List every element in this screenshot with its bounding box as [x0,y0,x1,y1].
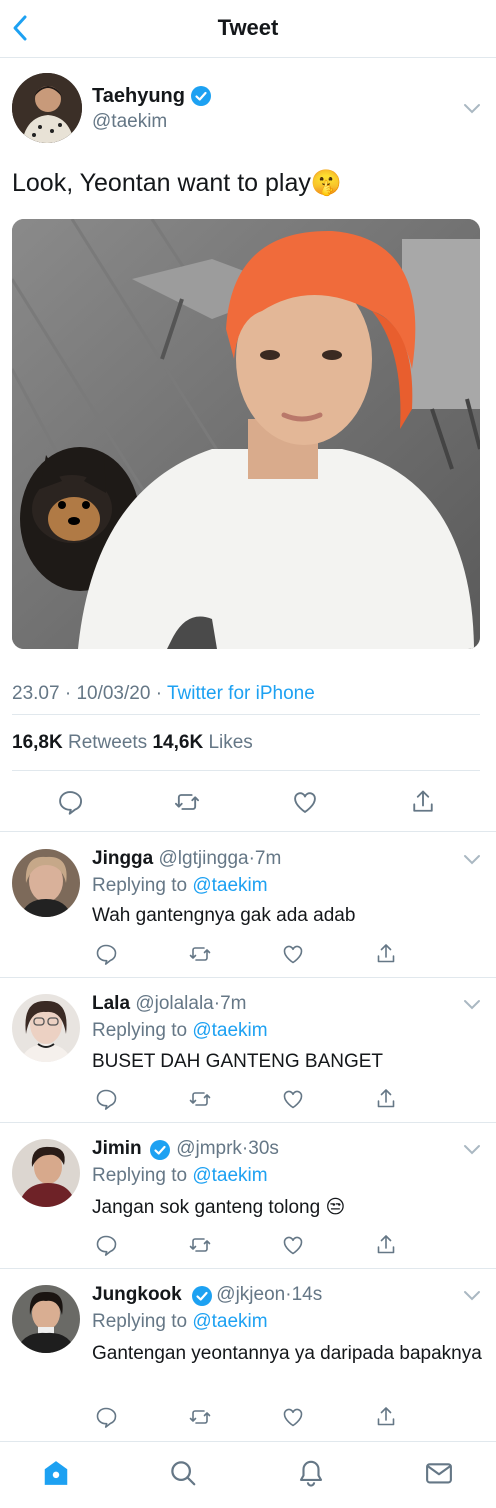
reply-time: 14s [291,1284,323,1305]
reply-text: Wah gantengnya gak ada adab [92,905,356,926]
like-heart-icon[interactable] [281,1087,305,1111]
reply-author-name[interactable]: Lala [92,993,130,1014]
like-heart-icon[interactable] [291,788,319,816]
replying-to-handle[interactable]: @taekim [192,875,267,896]
reply-time: 30s [248,1138,279,1159]
reply-author-name[interactable]: Jimin [92,1138,142,1159]
retweet-icon[interactable] [188,1087,212,1111]
like-heart-icon[interactable] [281,1233,305,1257]
replying-to-prefix: Replying to [92,1020,188,1041]
tweet-options-chevron-icon[interactable] [463,103,481,115]
reply-text-content: Jangan sok ganteng tolong [92,1197,321,1218]
retweet-count[interactable]: 16,8K [12,732,63,753]
reply-icon[interactable] [56,788,84,816]
reply-author-name[interactable]: Jungkook [92,1284,182,1305]
verified-badge-icon [192,1286,212,1306]
unamused-face-emoji: 😒 [325,1197,346,1218]
reply-options-chevron-icon[interactable] [463,1290,481,1302]
share-icon[interactable] [374,1233,398,1257]
replying-to: Replying to @taekim [92,1020,268,1042]
top-bar: Tweet [0,0,496,58]
page-title: Tweet [217,15,279,40]
author-name[interactable]: Taehyung [92,85,185,108]
replying-to-prefix: Replying to [92,1311,188,1332]
replying-to: Replying to @taekim [92,875,268,897]
reply-text: BUSET DAH GANTENG BANGET [92,1051,384,1072]
reply-author-handle[interactable]: @jolalala [135,993,213,1014]
reply-author-name[interactable]: Jingga [92,848,153,869]
reply-header: Jimin @jmprk·30s [92,1138,279,1160]
avatar[interactable] [12,849,80,917]
reply-author-handle[interactable]: @jmprk [176,1138,242,1159]
share-icon[interactable] [409,788,437,816]
reply-tweet[interactable]: Jimin @jmprk·30s Replying to @taekim Jan… [0,1123,496,1268]
share-icon[interactable] [374,942,398,966]
tweet-text: Look, Yeontan want to play🤫 [12,169,342,198]
replying-to-handle[interactable]: @taekim [192,1311,267,1332]
reply-options-chevron-icon[interactable] [463,999,481,1011]
share-icon[interactable] [374,1405,398,1429]
divider [12,714,480,715]
reply-tweet[interactable]: Jingga @lgtjingga·7m Replying to @taekim… [0,832,496,977]
tweet-time: 23.07 [12,683,60,704]
reply-icon[interactable] [94,942,118,966]
meta-separator: · [155,683,163,704]
reply-icon[interactable] [94,1405,118,1429]
like-label[interactable]: Likes [208,732,252,753]
retweet-icon[interactable] [188,1233,212,1257]
like-count[interactable]: 14,6K [152,732,203,753]
avatar[interactable] [12,1285,80,1353]
reply-tweet[interactable]: Jungkook @jkjeon·14s Replying to @taekim… [0,1269,496,1441]
reply-icon[interactable] [94,1087,118,1111]
home-icon[interactable] [41,1458,71,1488]
replying-to: Replying to @taekim [92,1311,268,1333]
reply-icon[interactable] [94,1233,118,1257]
replying-to-handle[interactable]: @taekim [192,1020,267,1041]
avatar[interactable] [12,1139,80,1207]
reply-header: Jingga @lgtjingga·7m [92,848,281,870]
like-heart-icon[interactable] [281,942,305,966]
replying-to-prefix: Replying to [92,875,188,896]
verified-badge-icon [150,1140,170,1160]
reply-options-chevron-icon[interactable] [463,854,481,866]
reply-text: Jangan sok ganteng tolong 😒 [92,1194,482,1222]
share-icon[interactable] [374,1087,398,1111]
replying-to: Replying to @taekim [92,1165,268,1187]
tweet-date: 10/03/20 [76,683,151,704]
like-heart-icon[interactable] [281,1405,305,1429]
meta-separator: · [64,683,72,704]
replying-to-prefix: Replying to [92,1165,188,1186]
reply-tweet[interactable]: Lala @jolalala·7m Replying to @taekim BU… [0,978,496,1122]
tweet-metadata: 23.07 · 10/03/20 · Twitter for iPhone [12,683,315,705]
retweet-icon[interactable] [188,1405,212,1429]
replying-to-handle[interactable]: @taekim [192,1165,267,1186]
avatar[interactable] [12,994,80,1062]
messages-icon[interactable] [424,1458,454,1488]
reply-author-handle[interactable]: @lgtjingga [159,848,249,869]
verified-badge-icon [190,86,211,106]
retweet-label[interactable]: Retweets [68,732,147,753]
reply-options-chevron-icon[interactable] [463,1144,481,1156]
search-icon[interactable] [168,1458,198,1488]
tweet-source-link[interactable]: Twitter for iPhone [167,683,315,704]
notifications-icon[interactable] [296,1458,326,1488]
retweet-icon[interactable] [188,942,212,966]
author-handle[interactable]: @taekim [92,111,167,133]
tweet-photo[interactable] [12,219,480,649]
tweet-text-content: Look, Yeontan want to play [12,169,311,197]
retweet-icon[interactable] [173,788,201,816]
shushing-face-emoji: 🤫 [310,169,342,197]
author-avatar[interactable] [12,73,82,143]
bottom-tab-bar [0,1441,496,1508]
reply-header: Lala @jolalala·7m [92,993,247,1015]
divider [12,770,480,771]
reply-time: 7m [220,993,247,1014]
reply-time: 7m [254,848,282,869]
reply-text: Gantengan yeontannya ya daripada bapakny… [92,1343,482,1364]
tweet-stats: 16,8K Retweets 14,6K Likes [12,732,253,754]
reply-author-handle[interactable]: @jkjeon [216,1284,285,1305]
